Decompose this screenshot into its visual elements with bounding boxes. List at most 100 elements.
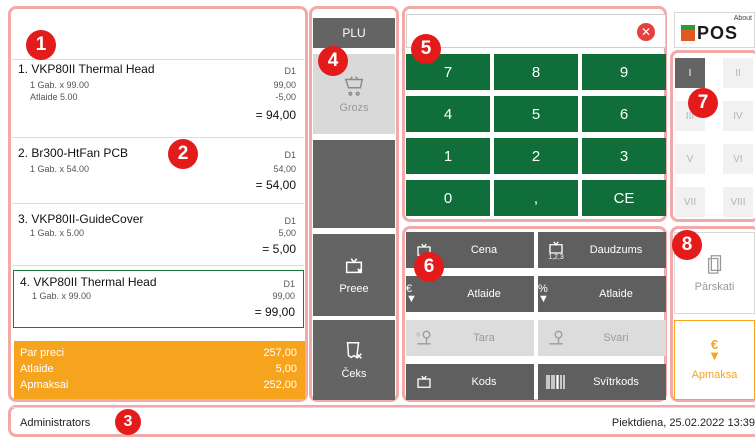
receipt-item-4[interactable]: 4. VKP80II Thermal Head 1 Gab. x 99.00 D…	[13, 270, 304, 328]
scale-icon	[538, 328, 574, 348]
item-total: = 54,00	[255, 178, 296, 192]
marker-3: 3	[115, 409, 141, 435]
reports-icon	[707, 255, 721, 274]
numpad-key-6[interactable]: 6	[582, 96, 666, 132]
marker-1: 1	[26, 30, 56, 60]
marker-4: 4	[318, 46, 348, 76]
code-label: Kods	[471, 376, 497, 388]
brand-logo[interactable]: About POS	[674, 12, 755, 48]
numpad-key-4[interactable]: 4	[406, 96, 490, 132]
discount-percent-button[interactable]: % ▼ Atlaide	[538, 276, 666, 312]
discount-percent-label: Atlaide	[599, 288, 633, 300]
item-title: 1. VKP80II Thermal Head	[18, 62, 155, 76]
numpad-key-5[interactable]: 5	[494, 96, 578, 132]
payment-button[interactable]: € ▼ Apmaksa	[674, 320, 755, 400]
percent-down-icon: % ▼	[538, 283, 549, 305]
item-discount: -5,00	[275, 92, 296, 102]
item-qty-line: 1 Gab. x 99.00	[32, 291, 92, 301]
scales-label: Svari	[603, 332, 629, 344]
department-2[interactable]: II	[723, 58, 753, 88]
receipt-item-2[interactable]: 2. Br300-HtFan PCB 1 Gab. x 54.00 D1 54,…	[12, 140, 304, 204]
item-total: = 5,00	[262, 242, 296, 256]
receipt-summary: Par preci 257,00 Atlaide 5,00 Apmaksai 2…	[14, 341, 305, 399]
receipt-cancel-icon	[346, 342, 362, 359]
plu-label: PLU	[342, 26, 366, 40]
marker-2: 2	[168, 139, 198, 169]
close-icon: ✕	[640, 25, 652, 39]
euro-down-icon: € ▼	[406, 283, 417, 305]
discount-amount-label: Atlaide	[467, 288, 501, 300]
receipt-item-1[interactable]: 1. VKP80II Thermal Head 1 Gab. x 99.00 A…	[12, 60, 304, 138]
tare-scale-icon: 0	[406, 328, 442, 348]
item-total: = 94,00	[255, 108, 296, 122]
marker-6: 6	[414, 252, 444, 282]
numpad-key-0[interactable]: 0	[406, 180, 490, 216]
price-label: Cena	[470, 244, 498, 256]
receipt-item-3[interactable]: 3. VKP80II-GuideCover 1 Gab. x 5.00 D1 5…	[12, 206, 304, 266]
status-user: Administrators	[20, 416, 91, 429]
remove-item-label: Preee	[339, 283, 369, 295]
svg-text:0: 0	[417, 332, 421, 338]
summary-label: Apmaksai	[20, 379, 69, 391]
cancel-receipt-label: Čeks	[341, 368, 367, 380]
numpad-key-comma[interactable]: ,	[494, 180, 578, 216]
summary-label: Atlaide	[20, 363, 54, 375]
department-1[interactable]: I	[675, 58, 705, 88]
item-qty-line: 1 Gab. x 5.00	[30, 228, 85, 238]
barcode-button[interactable]: Svītrkods	[538, 364, 666, 400]
plu-button[interactable]: PLU	[313, 18, 395, 48]
blank-button[interactable]	[313, 140, 395, 228]
remove-item-button[interactable]: Preee	[313, 234, 395, 316]
summary-value: 252,00	[263, 379, 297, 391]
department-7[interactable]: VII	[675, 187, 705, 217]
basket-icon	[344, 76, 364, 96]
department-6[interactable]: VI	[723, 144, 753, 174]
numpad-key-3[interactable]: 3	[582, 138, 666, 174]
tare-label: Tara	[473, 332, 495, 344]
scales-button[interactable]: Svari	[538, 320, 666, 356]
quantity-button[interactable]: 1,2,3 Daudzums	[538, 232, 666, 268]
item-dept: D1	[284, 216, 296, 226]
summary-value: 5,00	[275, 363, 297, 375]
department-8[interactable]: VIII	[723, 187, 753, 217]
summary-row-to-pay: Apmaksai 252,00	[20, 379, 297, 391]
department-5[interactable]: V	[675, 144, 705, 174]
item-qty-line: 1 Gab. x 54.00	[30, 164, 90, 174]
numpad-key-2[interactable]: 2	[494, 138, 578, 174]
summary-label: Par preci	[20, 347, 65, 359]
numpad-key-9[interactable]: 9	[582, 54, 666, 90]
cancel-receipt-button[interactable]: Čeks	[313, 320, 395, 400]
about-text: About	[733, 15, 752, 22]
item-price: 54,00	[273, 164, 296, 174]
payment-icon: € ▼	[708, 337, 721, 363]
reports-label: Pārskati	[694, 281, 735, 293]
item-total: = 99,00	[254, 305, 295, 319]
item-dept: D1	[283, 279, 295, 289]
summary-row-gross: Par preci 257,00	[20, 347, 297, 359]
logo-mark-icon	[681, 25, 695, 41]
quantity-label: Daudzums	[589, 244, 643, 256]
numpad-key-ce[interactable]: CE	[582, 180, 666, 216]
marker-5: 5	[411, 34, 441, 64]
item-price: 99,00	[273, 80, 296, 90]
tare-button[interactable]: 0 Tara	[406, 320, 534, 356]
clear-input-button[interactable]: ✕	[637, 23, 655, 41]
item-title: 2. Br300-HtFan PCB	[18, 146, 129, 160]
logo-text: POS	[697, 23, 739, 43]
summary-row-discount: Atlaide 5,00	[20, 363, 297, 375]
item-discount-label: Atlaide 5.00	[30, 92, 78, 102]
item-dept: D1	[284, 66, 296, 76]
numpad-key-8[interactable]: 8	[494, 54, 578, 90]
item-title: 4. VKP80II Thermal Head	[20, 275, 157, 289]
numpad-input[interactable]: ✕	[406, 14, 666, 48]
code-button[interactable]: Kods	[406, 364, 534, 400]
barcode-icon	[538, 374, 574, 390]
item-qty-line: 1 Gab. x 99.00	[30, 80, 90, 90]
department-4[interactable]: IV	[723, 101, 753, 131]
marker-7: 7	[688, 88, 718, 118]
tv-quantity-icon: 1,2,3	[538, 240, 574, 261]
tv-remove-icon	[345, 258, 363, 274]
item-dept: D1	[284, 150, 296, 160]
item-title: 3. VKP80II-GuideCover	[18, 212, 144, 226]
numpad-key-1[interactable]: 1	[406, 138, 490, 174]
